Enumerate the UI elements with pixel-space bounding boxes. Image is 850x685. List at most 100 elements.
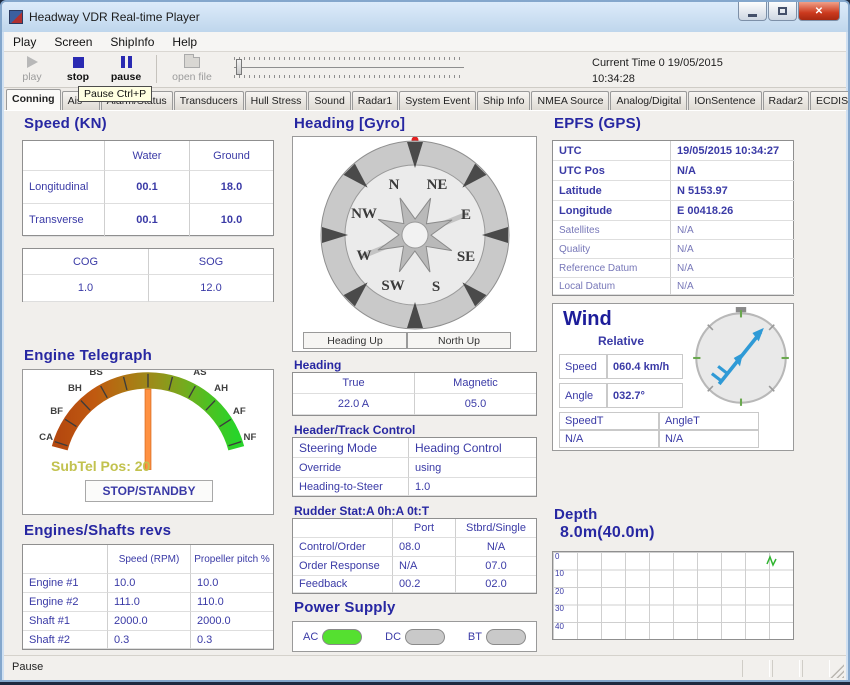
- depth-ytick: 20: [555, 587, 564, 596]
- depth-title: Depth: [554, 506, 598, 523]
- tab-nmea-source[interactable]: NMEA Source: [531, 91, 609, 110]
- depth-value: 8.0m(40.0m): [560, 524, 655, 542]
- pause-tooltip: Pause Ctrl+P: [78, 86, 152, 102]
- play-button[interactable]: play: [10, 54, 54, 83]
- svg-text:BH: BH: [68, 383, 82, 394]
- depth-chart: [552, 551, 794, 640]
- pause-button[interactable]: pause: [104, 54, 148, 83]
- play-icon: [27, 56, 38, 68]
- status-text: Pause: [12, 661, 43, 673]
- svg-text:W: W: [357, 248, 372, 264]
- status-bar: Pause: [4, 655, 846, 680]
- svg-text:E: E: [461, 207, 471, 223]
- window-title: Headway VDR Real-time Player: [29, 10, 200, 24]
- wind-panel: Wind Relative Speed 060.4 km/h Angle 032…: [552, 303, 794, 451]
- tab-analog-digital[interactable]: Analog/Digital: [610, 91, 687, 110]
- depth-ytick: 40: [555, 622, 564, 631]
- tab-radar2[interactable]: Radar2: [763, 91, 809, 110]
- subtel-position: SubTel Pos: 20: [51, 458, 150, 474]
- epfs-title: EPFS (GPS): [554, 115, 641, 132]
- tab-radar1[interactable]: Radar1: [352, 91, 398, 110]
- power-bt-indicator: [486, 629, 526, 645]
- maximize-icon: [778, 7, 787, 15]
- compass-panel: N NE E SE S SW W NW Heading Up North Up: [292, 136, 537, 352]
- svg-text:N: N: [389, 177, 400, 193]
- toolbar: play stop pause open file Current Time 0…: [4, 52, 846, 88]
- track-control-title: Header/Track Control: [294, 423, 415, 437]
- depth-ytick: 0: [555, 552, 559, 561]
- status-pane: [802, 660, 830, 677]
- power-supply-panel: AC DC BT: [292, 621, 537, 652]
- open-file-button[interactable]: open file: [164, 54, 220, 83]
- toolbar-separator: [156, 55, 157, 83]
- power-ac: AC: [303, 629, 362, 645]
- tab-ionsentence[interactable]: IOnSentence: [688, 91, 761, 110]
- power-ac-indicator: [322, 629, 362, 645]
- svg-text:NE: NE: [427, 177, 448, 193]
- heading-section-title: Heading: [294, 358, 341, 372]
- slider-ticks-bottom: [234, 75, 464, 78]
- svg-text:AS: AS: [193, 370, 207, 378]
- tab-hull-stress[interactable]: Hull Stress: [245, 91, 308, 110]
- minimize-button[interactable]: [738, 2, 767, 21]
- slider-thumb[interactable]: [236, 59, 242, 75]
- svg-text:CA: CA: [39, 432, 53, 443]
- status-pane: [772, 660, 800, 677]
- depth-trace: [765, 554, 779, 568]
- playback-slider[interactable]: [234, 57, 464, 78]
- menu-shipinfo[interactable]: ShipInfo: [101, 33, 163, 51]
- depth-ytick: 30: [555, 604, 564, 613]
- wind-speed-value: 060.4 km/h: [607, 354, 683, 379]
- title-bar[interactable]: Headway VDR Real-time Player ✕: [2, 2, 848, 32]
- track-control-table: Steering Mode Heading Control Override u…: [292, 437, 537, 497]
- north-up-button[interactable]: North Up: [407, 332, 511, 349]
- maximize-button[interactable]: [768, 2, 797, 21]
- wind-title: Wind: [563, 308, 612, 331]
- wind-speed-label: Speed: [559, 354, 607, 379]
- status-pane: [742, 660, 770, 677]
- conning-page: Speed (KN) Water Ground Longitudinal 00.…: [4, 110, 846, 656]
- stop-button[interactable]: stop: [56, 54, 100, 83]
- svg-text:NF: NF: [244, 432, 257, 443]
- tab-sound[interactable]: Sound: [308, 91, 350, 110]
- resize-grip[interactable]: [830, 664, 844, 678]
- heading-up-button[interactable]: Heading Up: [303, 332, 407, 349]
- stop-standby-button[interactable]: STOP/STANDBY: [85, 480, 213, 502]
- engine-telegraph-title: Engine Telegraph: [24, 347, 152, 364]
- power-dc-indicator: [405, 629, 445, 645]
- tab-transducers[interactable]: Transducers: [174, 91, 244, 110]
- tab-ship-info[interactable]: Ship Info: [477, 91, 530, 110]
- wind-anglet-header: AngleT: [659, 412, 759, 430]
- slider-ticks-top: [234, 57, 464, 60]
- wind-anglet-value: N/A: [659, 430, 759, 448]
- svg-text:SW: SW: [381, 278, 404, 294]
- svg-text:AH: AH: [214, 383, 228, 394]
- app-icon: [9, 10, 23, 24]
- depth-ytick: 10: [555, 569, 564, 578]
- close-button[interactable]: ✕: [798, 2, 840, 21]
- wind-mode: Relative: [598, 334, 644, 348]
- cog-sog-table: COG SOG 1.0 12.0: [22, 248, 274, 302]
- power-supply-title: Power Supply: [294, 599, 396, 616]
- pause-icon: [121, 56, 132, 68]
- menu-screen[interactable]: Screen: [45, 33, 101, 51]
- menu-help[interactable]: Help: [163, 33, 206, 51]
- tab-conning[interactable]: Conning: [6, 89, 61, 110]
- menu-play[interactable]: Play: [4, 33, 45, 51]
- svg-text:S: S: [432, 279, 440, 295]
- rudder-title: Rudder Stat:A 0h:A 0t:T: [294, 504, 429, 518]
- engines-shafts-table: Speed (RPM) Propeller pitch % Engine #1 …: [22, 544, 274, 650]
- wind-angle-label: Angle: [559, 383, 607, 408]
- heading-gyro-title: Heading [Gyro]: [294, 115, 405, 132]
- slider-track[interactable]: [234, 67, 464, 68]
- wind-speedt-value: N/A: [559, 430, 659, 448]
- tab-ecdis1[interactable]: ECDIS1: [810, 91, 850, 110]
- telegraph-gauge: CA BF BH BS BD ST AD AS AH AF NF: [23, 370, 273, 470]
- tab-system-event[interactable]: System Event: [399, 91, 476, 110]
- svg-text:SE: SE: [457, 249, 475, 265]
- menu-bar: Play Screen ShipInfo Help: [4, 32, 846, 52]
- rudder-table: Port Stbrd/Single Control/Order 08.0 N/A…: [292, 518, 537, 594]
- stop-icon: [73, 57, 84, 68]
- speed-table: Water Ground Longitudinal 00.1 18.0 Tran…: [22, 140, 274, 236]
- minimize-icon: [748, 14, 757, 17]
